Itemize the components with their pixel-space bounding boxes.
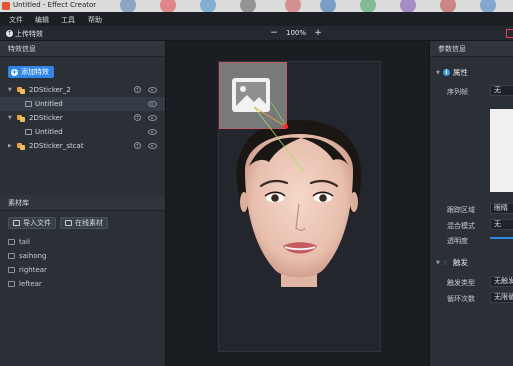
blend-mode-select[interactable]: 无 xyxy=(490,219,513,230)
opacity-label: 透明度 xyxy=(447,237,468,245)
loop-count-label: 循环次数 xyxy=(447,295,475,303)
track-area-label: 跟踪区域 xyxy=(447,206,475,214)
toolbar: ↑ 上传特效 − 100% + xyxy=(0,26,513,41)
collapse-arrow-icon[interactable]: ▼ xyxy=(436,70,440,76)
sticker-icon xyxy=(17,87,25,94)
window-title: Untitled - Effect Creator xyxy=(13,1,97,9)
expand-arrow-icon[interactable]: ▶ xyxy=(8,139,12,153)
sticker-icon xyxy=(17,115,25,122)
effect-tree-item[interactable]: ▼ 2DSticker_2 + xyxy=(0,83,165,97)
online-assets-button[interactable]: 在线素材 xyxy=(60,217,108,229)
collapse-arrow-icon[interactable]: ▼ xyxy=(8,111,12,125)
asset-item[interactable]: saihong xyxy=(8,250,46,262)
image-layer-icon xyxy=(25,101,32,107)
zoom-out-button[interactable]: − xyxy=(270,29,278,38)
window-titlebar: Untitled - Effect Creator xyxy=(0,0,513,12)
effect-tree-item[interactable]: ▶ 2DSticker_stcat + xyxy=(0,139,165,153)
visibility-eye-icon[interactable] xyxy=(148,101,157,107)
menu-tools[interactable]: 工具 xyxy=(61,15,75,25)
folder-icon xyxy=(8,267,15,273)
menu-file[interactable]: 文件 xyxy=(9,15,23,25)
right-panel: 参数信息 ▼ i 属性 序列帧 无 跟踪区域 眼睛 混合模式 无 透明度 ▼ ☝… xyxy=(430,41,513,366)
menu-bar: 文件 编辑 工具 帮助 xyxy=(0,12,513,26)
folder-icon xyxy=(8,281,15,287)
image-layer-icon xyxy=(25,129,32,135)
online-assets-icon xyxy=(65,220,72,226)
asset-item-label: saihong xyxy=(19,252,47,260)
record-icon[interactable] xyxy=(506,29,513,38)
tracking-lines xyxy=(253,101,305,173)
collapse-arrow-icon[interactable]: ▼ xyxy=(436,260,440,266)
asset-item[interactable]: tail xyxy=(8,236,30,248)
asset-item[interactable]: leftear xyxy=(8,278,42,290)
add-icon: + xyxy=(11,67,18,76)
trigger-section[interactable]: ▼ ☝ 触发 xyxy=(436,257,468,268)
assets-panel-title: 素材库 xyxy=(0,195,165,211)
upload-icon: ↑ xyxy=(6,30,13,37)
attributes-section-label: 属性 xyxy=(452,68,468,77)
effect-tree-item[interactable]: ▼ 2DSticker + xyxy=(0,111,165,125)
params-panel-title: 参数信息 xyxy=(430,41,513,57)
effect-tree-label: 2DSticker_2 xyxy=(29,86,71,94)
zoom-control: − 100% + xyxy=(270,29,322,38)
folder-icon xyxy=(8,239,15,245)
attributes-section[interactable]: ▼ i 属性 xyxy=(436,67,468,78)
online-assets-label: 在线素材 xyxy=(75,219,103,227)
trigger-type-select[interactable]: 无触发 xyxy=(490,276,513,287)
add-child-icon[interactable]: + xyxy=(134,86,141,93)
effect-tree-item-selected[interactable]: Untitled xyxy=(0,97,165,111)
trigger-type-label: 触发类型 xyxy=(447,279,475,287)
add-effect-button[interactable]: + 添加特效 xyxy=(8,66,54,78)
add-effect-label: 添加特效 xyxy=(21,68,49,76)
app-icon xyxy=(2,2,10,10)
info-icon: i xyxy=(442,69,450,76)
left-panel: 特效信息 + 添加特效 ▼ 2DSticker_2 + Untitled ▼ 2… xyxy=(0,41,165,366)
zoom-level: 100% xyxy=(286,29,307,37)
effect-tree-item[interactable]: Untitled xyxy=(0,125,165,139)
sticker-icon xyxy=(17,143,25,150)
effect-tree-label: 2DSticker_stcat xyxy=(29,142,84,150)
effect-tree-label: Untitled xyxy=(35,128,63,136)
visibility-eye-icon[interactable] xyxy=(148,129,157,135)
add-child-icon[interactable]: + xyxy=(134,142,141,149)
upload-effect-label: 上传特效 xyxy=(15,29,43,38)
loop-count-select[interactable]: 无限循环 xyxy=(490,292,513,303)
sequence-label: 序列帧 xyxy=(447,88,468,96)
visibility-eye-icon[interactable] xyxy=(148,87,157,93)
track-area-select[interactable]: 眼睛 xyxy=(490,203,513,214)
effects-panel-title: 特效信息 xyxy=(0,41,165,57)
upload-effect-button[interactable]: ↑ 上传特效 xyxy=(6,28,43,39)
effect-tree-label: 2DSticker xyxy=(29,114,63,122)
menu-help[interactable]: 帮助 xyxy=(88,15,102,25)
touch-hand-icon: ☝ xyxy=(442,258,448,267)
sequence-preview xyxy=(490,109,513,192)
import-file-button[interactable]: 导入文件 xyxy=(8,217,56,229)
zoom-in-button[interactable]: + xyxy=(314,29,322,38)
trigger-section-label: 触发 xyxy=(452,258,468,267)
asset-item-label: rightear xyxy=(19,266,47,274)
anchor-point[interactable] xyxy=(283,124,288,129)
sequence-select[interactable]: 无 xyxy=(490,85,513,96)
visibility-eye-icon[interactable] xyxy=(148,115,157,121)
preview-stage[interactable] xyxy=(218,61,381,352)
add-child-icon[interactable]: + xyxy=(134,114,141,121)
blend-mode-label: 混合模式 xyxy=(447,222,475,230)
asset-item-label: tail xyxy=(19,238,30,246)
import-file-label: 导入文件 xyxy=(23,219,51,227)
collapse-arrow-icon[interactable]: ▼ xyxy=(8,83,12,97)
asset-item[interactable]: rightear xyxy=(8,264,47,276)
visibility-eye-icon[interactable] xyxy=(148,143,157,149)
folder-icon xyxy=(8,253,15,259)
asset-item-label: leftear xyxy=(19,280,42,288)
import-icon xyxy=(13,220,20,226)
opacity-slider[interactable] xyxy=(490,237,513,239)
effect-tree-label: Untitled xyxy=(35,100,63,108)
menu-edit[interactable]: 编辑 xyxy=(35,15,49,25)
canvas-area xyxy=(165,41,430,366)
